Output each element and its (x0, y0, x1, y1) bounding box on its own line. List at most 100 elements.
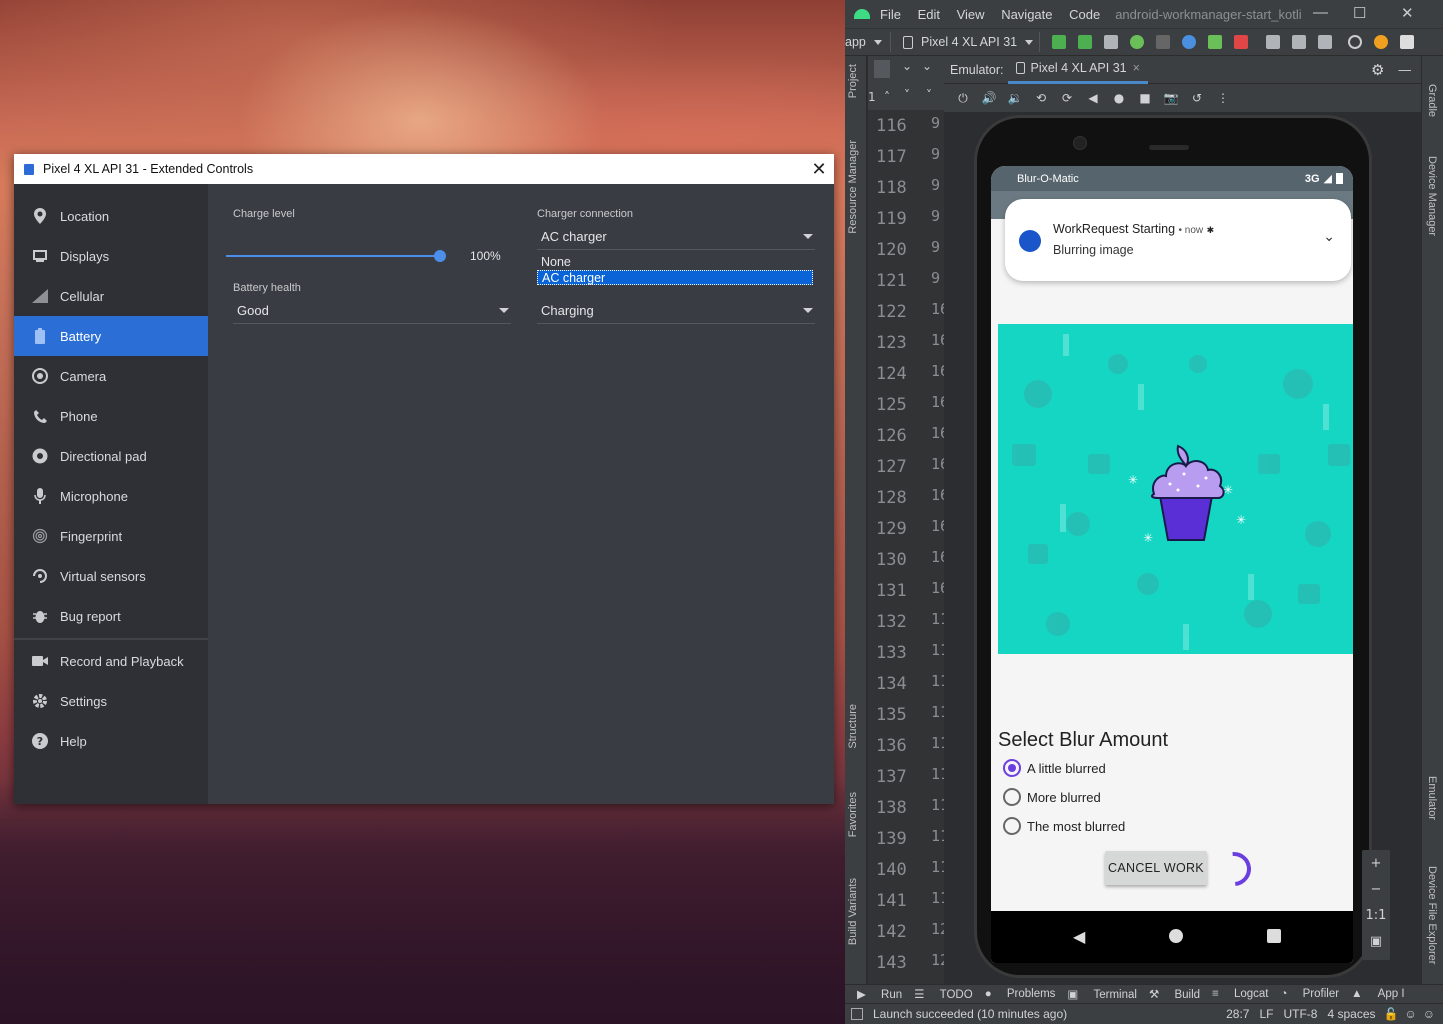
indent-setting[interactable]: 4 spaces (1327, 1007, 1375, 1021)
gear-icon[interactable]: ⚙ (1371, 61, 1384, 79)
zoom-actual-size-button[interactable]: 1:1 (1362, 902, 1390, 928)
update-icon[interactable] (1374, 35, 1389, 49)
tab-device-file-explorer[interactable]: Device File Explorer (1426, 866, 1438, 964)
apply-code-changes-icon[interactable] (1078, 35, 1093, 49)
sidebar-item-battery[interactable]: Battery (14, 316, 208, 356)
maximize-icon[interactable]: ☐ (1353, 4, 1366, 22)
phone-screen[interactable]: Blur-O-Matic 3G ◢ WorkRequest Starting •… (991, 166, 1353, 963)
menu-view[interactable]: View (957, 7, 985, 22)
sdk-icon[interactable] (1318, 35, 1333, 49)
sidebar-item-cellular[interactable]: Cellular (14, 276, 208, 316)
tab-gradle[interactable]: Gradle (1426, 84, 1438, 117)
sidebar-item-phone[interactable]: Phone (14, 396, 208, 436)
tab-project[interactable]: Project (847, 64, 859, 98)
notifications-icon[interactable]: ☺ (1423, 1007, 1435, 1021)
sidebar-item-help[interactable]: ? Help (14, 721, 208, 761)
menu-edit[interactable]: Edit (918, 7, 940, 22)
run-config-select[interactable]: app (845, 32, 891, 52)
emulator-tab[interactable]: Pixel 4 XL API 31 × (1007, 56, 1148, 84)
lock-icon[interactable]: 🔓 (1384, 1007, 1399, 1021)
chevron-up-icon[interactable]: ˄ (884, 90, 890, 104)
chevron-down-icon[interactable]: ˅ (926, 88, 932, 102)
menu-navigate[interactable]: Navigate (1001, 7, 1052, 22)
charge-level-slider-handle[interactable] (434, 250, 446, 262)
home-icon[interactable] (1169, 929, 1183, 943)
charge-status-select[interactable]: Charging (537, 298, 815, 324)
tab-build-variants[interactable]: Build Variants (847, 878, 859, 945)
radio-most-blurred[interactable]: The most blurred (1003, 817, 1125, 835)
account-icon[interactable] (1400, 35, 1415, 49)
chevron-down-icon[interactable]: ⌄ (1323, 229, 1335, 245)
sidebar-item-settings[interactable]: Settings (14, 681, 208, 721)
menu-file[interactable]: File (880, 7, 901, 22)
sidebar-item-bug-report[interactable]: Bug report (14, 596, 208, 636)
back-icon[interactable]: ◀ (1086, 91, 1100, 105)
tab-profiler[interactable]: ◔ Profiler (1280, 988, 1339, 1000)
minimize-icon[interactable]: — (1399, 63, 1412, 77)
device-manager-icon[interactable] (1266, 35, 1281, 49)
home-icon[interactable]: ● (1112, 91, 1126, 105)
feedback-icon[interactable]: ☺ (1404, 1007, 1416, 1021)
avd-icon[interactable] (1292, 35, 1307, 49)
radio-button[interactable] (1003, 759, 1021, 777)
tab-app-inspection[interactable]: ▲ App I (1351, 988, 1404, 1000)
chevron-down-icon[interactable]: ⌄ (922, 59, 932, 73)
sidebar-item-displays[interactable]: Displays (14, 236, 208, 276)
tab-resource-manager[interactable]: Resource Manager (847, 140, 859, 234)
charger-option-none[interactable]: None (537, 255, 813, 270)
profile-icon[interactable] (1182, 35, 1197, 49)
back-icon[interactable]: ◀ (1073, 927, 1085, 946)
power-icon[interactable]: ⏻ (956, 91, 970, 105)
stop-icon[interactable] (1234, 35, 1249, 49)
sidebar-item-microphone[interactable]: Microphone (14, 476, 208, 516)
close-icon[interactable]: × (1133, 61, 1140, 75)
battery-health-select[interactable]: Good (233, 298, 511, 324)
sidebar-item-directional-pad[interactable]: Directional pad (14, 436, 208, 476)
tab-build[interactable]: ⚒ Build (1149, 987, 1200, 1001)
screenshot-icon[interactable]: 📷 (1164, 91, 1179, 105)
status-toggle-icon[interactable] (851, 1008, 863, 1020)
zoom-out-button[interactable]: − (1362, 876, 1390, 902)
sidebar-item-fingerprint[interactable]: Fingerprint (14, 516, 208, 556)
radio-button[interactable] (1003, 817, 1021, 835)
menu-code[interactable]: Code (1069, 7, 1100, 22)
tab-favorites[interactable]: Favorites (847, 792, 859, 837)
cancel-work-button[interactable]: CANCEL WORK (1105, 851, 1207, 885)
tab-todo[interactable]: ☰ TODO (914, 987, 973, 1001)
sidebar-item-record-and-playback[interactable]: Record and Playback (14, 641, 208, 681)
tab-run[interactable]: ▶ Run (857, 987, 902, 1001)
tab-logcat[interactable]: ≡ Logcat (1212, 988, 1268, 1000)
snapshot-icon[interactable]: ↺ (1190, 91, 1204, 105)
cursor-position[interactable]: 28:7 (1226, 1007, 1249, 1021)
device-select[interactable]: Pixel 4 XL API 31 (897, 32, 1041, 52)
chevron-down-icon[interactable]: ˅ (904, 88, 910, 102)
close-icon[interactable]: ✕ (804, 154, 834, 184)
overview-icon[interactable] (1267, 929, 1281, 943)
apply-changes-icon[interactable] (1052, 35, 1067, 49)
line-separator[interactable]: LF (1259, 1007, 1273, 1021)
sidebar-item-virtual-sensors[interactable]: Virtual sensors (14, 556, 208, 596)
debug-icon[interactable] (1130, 35, 1145, 49)
chevron-down-icon[interactable]: ⌄ (902, 59, 912, 73)
rotate-right-icon[interactable]: ⟳ (1060, 91, 1074, 105)
tab-problems[interactable]: ● Problems (985, 988, 1056, 1000)
sidebar-item-location[interactable]: Location (14, 196, 208, 236)
overview-icon[interactable]: ■ (1138, 91, 1152, 105)
notification-card[interactable]: WorkRequest Starting • now ✱ Blurring im… (1005, 199, 1351, 281)
charge-level-slider[interactable] (226, 255, 440, 257)
radio-more-blurred[interactable]: More blurred (1003, 788, 1101, 806)
sidebar-item-camera[interactable]: Camera (14, 356, 208, 396)
charger-connection-select[interactable]: AC charger (537, 224, 815, 250)
charger-option-ac[interactable]: AC charger (537, 270, 813, 285)
radio-button[interactable] (1003, 788, 1021, 806)
volume-down-icon[interactable]: 🔉 (1008, 91, 1023, 105)
zoom-fit-icon[interactable]: ▣ (1362, 928, 1390, 954)
tab-emulator[interactable]: Emulator (1426, 776, 1438, 820)
tab-structure[interactable]: Structure (847, 704, 859, 749)
minimize-icon[interactable]: — (1313, 4, 1328, 21)
search-icon[interactable] (1348, 35, 1363, 49)
more-options-icon[interactable]: ⋮ (1216, 91, 1230, 105)
close-icon[interactable]: ✕ (1401, 4, 1414, 22)
sync-icon[interactable] (1104, 35, 1119, 49)
tab-device-manager[interactable]: Device Manager (1426, 156, 1438, 236)
